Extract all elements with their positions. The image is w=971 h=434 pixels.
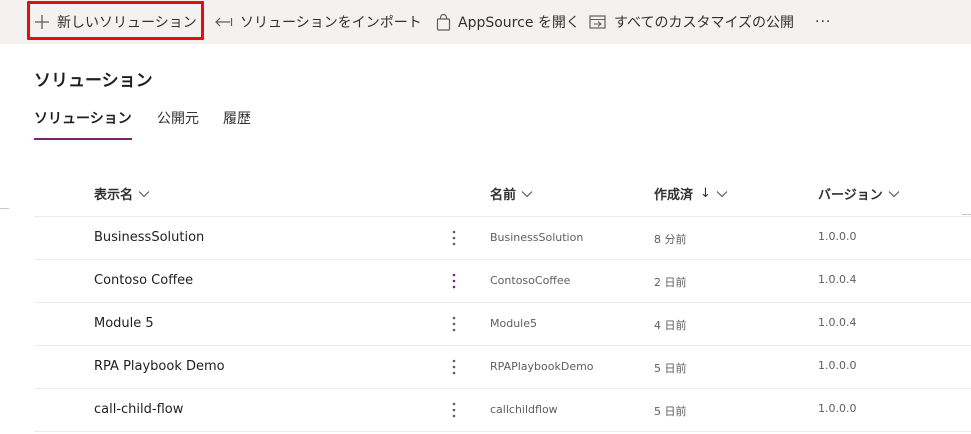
row-divider <box>34 431 971 432</box>
cell-created: 4 日前 <box>654 319 687 332</box>
cell-display-name[interactable]: BusinessSolution <box>94 230 204 245</box>
table-row[interactable]: BusinessSolution BusinessSolution 8 分前 1… <box>34 217 971 260</box>
cell-name: BusinessSolution <box>490 231 584 244</box>
tab-history[interactable]: 履歴 <box>223 108 251 141</box>
cell-created: 2 日前 <box>654 276 687 289</box>
cell-display-name[interactable]: call-child-flow <box>94 402 183 417</box>
new-solution-button[interactable]: 新しいソリューション <box>34 0 197 44</box>
right-divider <box>962 214 971 215</box>
chevron-down-icon <box>888 190 900 198</box>
page-title: ソリューション <box>34 71 153 91</box>
cell-created: 8 分前 <box>654 233 687 246</box>
table-row[interactable]: Module 5 Module5 4 日前 1.0.0.4 <box>34 303 971 346</box>
cell-name: Module5 <box>490 317 537 330</box>
column-header-created[interactable]: 作成済 ↓ <box>654 184 728 203</box>
cell-version: 1.0.0.4 <box>818 273 857 286</box>
table-row[interactable]: RPA Playbook Demo RPAPlaybookDemo 5 日前 1… <box>34 346 971 389</box>
kebab-icon[interactable] <box>444 314 464 334</box>
publish-all-label: すべてのカスタマイズの公開 <box>614 15 795 31</box>
chevron-down-icon <box>138 190 150 198</box>
table-row[interactable]: Contoso Coffee ContosoCoffee 2 日前 1.0.0.… <box>34 260 971 303</box>
chevron-down-icon <box>521 190 533 198</box>
cell-display-name[interactable]: Contoso Coffee <box>94 273 193 288</box>
kebab-icon[interactable] <box>444 271 464 291</box>
sort-descending-icon: ↓ <box>700 186 711 201</box>
cell-name: ContosoCoffee <box>490 274 571 287</box>
more-commands-label: ··· <box>815 14 832 30</box>
cell-name: callchildflow <box>490 403 558 416</box>
cell-created: 5 日前 <box>654 362 687 375</box>
cell-version: 1.0.0.0 <box>818 359 857 372</box>
cell-name: RPAPlaybookDemo <box>490 360 594 373</box>
chevron-down-icon <box>716 190 728 198</box>
cell-version: 1.0.0.0 <box>818 230 857 243</box>
column-header-version[interactable]: バージョン <box>818 184 900 203</box>
import-arrow-icon <box>215 16 233 28</box>
column-label-name: 名前 <box>490 188 517 203</box>
publish-icon <box>589 14 607 30</box>
open-appsource-label: AppSource を開く <box>458 15 580 31</box>
active-tab-indicator <box>34 138 132 140</box>
tab-solutions[interactable]: ソリューション <box>34 108 132 141</box>
column-label-display-name: 表示名 <box>94 188 134 203</box>
open-appsource-button[interactable]: AppSource を開く <box>436 0 580 44</box>
column-label-created: 作成済 <box>654 188 694 203</box>
cell-created: 5 日前 <box>654 405 687 418</box>
command-bar: 新しいソリューション ソリューションをインポート AppSource を開く す… <box>0 0 971 44</box>
kebab-icon[interactable] <box>444 228 464 248</box>
more-commands-button[interactable]: ··· <box>815 0 831 44</box>
cell-version: 1.0.0.0 <box>818 402 857 415</box>
kebab-icon[interactable] <box>444 357 464 377</box>
plus-icon <box>34 14 50 30</box>
tab-publishers[interactable]: 公開元 <box>157 108 199 141</box>
import-solution-button[interactable]: ソリューションをインポート <box>215 0 422 44</box>
column-header-display-name[interactable]: 表示名 <box>94 184 150 203</box>
cell-version: 1.0.0.4 <box>818 316 857 329</box>
import-solution-label: ソリューションをインポート <box>240 15 422 31</box>
table-row[interactable]: call-child-flow callchildflow 5 日前 1.0.0… <box>34 389 971 432</box>
shopping-bag-icon <box>436 13 451 31</box>
kebab-icon[interactable] <box>444 400 464 420</box>
left-divider <box>0 208 9 209</box>
column-header-name[interactable]: 名前 <box>490 184 533 203</box>
new-solution-label: 新しいソリューション <box>57 15 197 31</box>
column-label-version: バージョン <box>818 188 883 203</box>
cell-display-name[interactable]: Module 5 <box>94 316 154 331</box>
cell-display-name[interactable]: RPA Playbook Demo <box>94 359 225 374</box>
publish-all-button[interactable]: すべてのカスタマイズの公開 <box>589 0 794 44</box>
